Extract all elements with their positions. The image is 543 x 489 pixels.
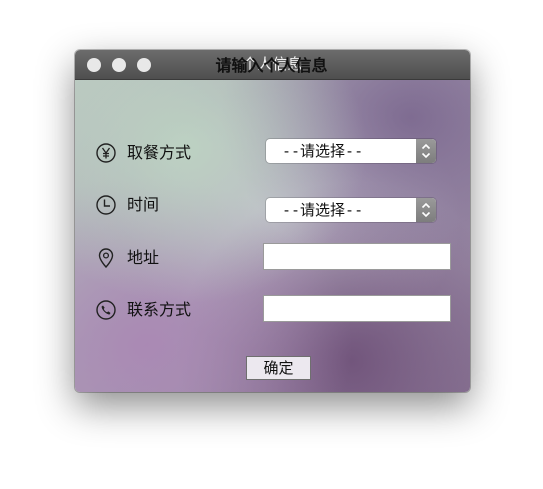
chevron-up-down-icon[interactable] [416, 139, 436, 163]
time-label: 时间 [127, 195, 160, 214]
window-content [75, 80, 470, 392]
meal-method-label: 取餐方式 [127, 143, 192, 162]
contact-input[interactable] [263, 295, 451, 322]
location-pin-icon [98, 248, 114, 268]
phone-circle-icon [96, 300, 116, 320]
address-label: 地址 [127, 248, 160, 267]
time-select[interactable]: --请选择-- [266, 198, 436, 222]
address-input[interactable] [263, 243, 451, 270]
yen-circle-icon [96, 143, 116, 163]
meal-method-select[interactable]: --请选择-- [266, 139, 436, 163]
clock-icon [96, 195, 116, 215]
contact-label: 联系方式 [127, 300, 192, 319]
chevron-up-down-icon[interactable] [416, 198, 436, 222]
meal-method-selected-value: --请选择-- [282, 142, 364, 160]
time-selected-value: --请选择-- [282, 201, 364, 219]
form-heading: 请输入个人信息 [215, 56, 328, 75]
confirm-button[interactable]: 确定 [246, 356, 311, 380]
